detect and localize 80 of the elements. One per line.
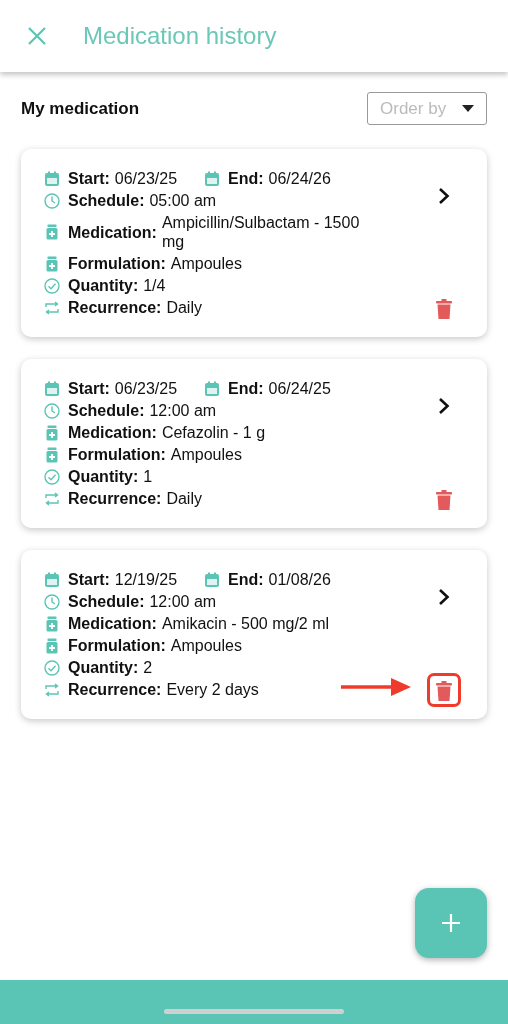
chevron-right-icon[interactable] [438, 588, 450, 606]
repeat-icon [44, 490, 60, 507]
field-value: Amikacin - 500 mg/2 ml [161, 614, 330, 633]
field-value: Daily [166, 298, 202, 317]
field-value: 2 [143, 658, 153, 677]
field-value: Ampicillin/Sulbactam - 1500 mg [161, 213, 361, 251]
medicine-bottle-icon [44, 637, 60, 654]
field-label: Recurrence: [68, 489, 162, 508]
field-value: 01/08/26 [268, 570, 331, 589]
medication-card[interactable]: Start: 06/23/25 End: 06/24/26 Schedule: 05:00 am Medication: Ampicillin/Sulbactam - 1500 mg Formulation: Ampoules Quantity: 1/4 Recurrence: Daily [21, 149, 487, 337]
field-label: Start: [68, 169, 110, 188]
medicine-bottle-icon [44, 424, 60, 441]
field-label: End: [228, 169, 264, 188]
field-value: 06/23/25 [114, 169, 178, 188]
plus-icon [441, 913, 461, 933]
calendar-icon [44, 170, 60, 187]
field-value: 12:00 am [149, 401, 217, 420]
field-value: Ampoules [170, 636, 242, 655]
annotation-arrow [341, 678, 411, 696]
calendar-icon [44, 380, 60, 397]
screen-title: Medication history [83, 22, 277, 50]
field-value: Every 2 days [166, 680, 259, 699]
field-label: Recurrence: [68, 680, 162, 699]
trash-icon [436, 681, 452, 701]
field-value: Daily [166, 489, 202, 508]
field-label: Recurrence: [68, 298, 162, 317]
field-value: 1/4 [143, 276, 166, 295]
clock-icon [44, 593, 60, 610]
delete-button[interactable] [427, 673, 461, 707]
check-circle-icon [44, 468, 60, 485]
field-label: Schedule: [68, 401, 145, 420]
calendar-icon [44, 571, 60, 588]
medicine-bottle-icon [44, 255, 60, 272]
field-label: Schedule: [68, 592, 145, 611]
calendar-icon [204, 170, 220, 187]
trash-icon [436, 299, 452, 319]
field-value: 12:00 am [149, 592, 217, 611]
repeat-icon [44, 299, 60, 316]
field-label: Quantity: [68, 276, 139, 295]
trash-icon [436, 490, 452, 510]
field-label: Medication: [68, 222, 157, 242]
field-value: 06/24/26 [268, 169, 331, 188]
field-value: 06/24/25 [268, 379, 331, 398]
chevron-right-icon[interactable] [438, 397, 450, 415]
field-label: Medication: [68, 614, 157, 633]
field-value: 05:00 am [149, 191, 217, 210]
field-value: 06/23/25 [114, 379, 178, 398]
medicine-bottle-icon [44, 446, 60, 463]
medication-card[interactable]: Start: 12/19/25 End: 01/08/26 Schedule: 12:00 am Medication: Amikacin - 500 mg/2 ml Formulation: Ampoules Quantity: 2 Recurrence: Every 2 days [21, 550, 487, 719]
medicine-bottle-icon [44, 224, 60, 240]
field-label: Schedule: [68, 191, 145, 210]
check-circle-icon [44, 659, 60, 676]
clock-icon [44, 192, 60, 209]
chevron-right-icon[interactable] [438, 187, 450, 205]
field-label: Formulation: [68, 636, 166, 655]
close-icon[interactable] [27, 26, 47, 46]
caret-icon [462, 105, 474, 112]
field-label: Start: [68, 379, 110, 398]
field-label: Quantity: [68, 467, 139, 486]
repeat-icon [44, 681, 60, 698]
field-label: Start: [68, 570, 110, 589]
field-value: Cefazolin - 1 g [161, 423, 266, 442]
field-value: Ampoules [170, 254, 242, 273]
field-label: End: [228, 570, 264, 589]
add-button[interactable] [415, 888, 487, 958]
calendar-icon [204, 380, 220, 397]
clock-icon [44, 402, 60, 419]
field-value: 12/19/25 [114, 570, 178, 589]
field-label: Quantity: [68, 658, 139, 677]
check-circle-icon [44, 277, 60, 294]
field-label: Formulation: [68, 254, 166, 273]
field-label: Medication: [68, 423, 157, 442]
field-label: End: [228, 379, 264, 398]
field-value: 1 [143, 467, 153, 486]
field-label: Formulation: [68, 445, 166, 464]
field-value: Ampoules [170, 445, 242, 464]
medication-card[interactable]: Start: 06/23/25 End: 06/24/25 Schedule: 12:00 am Medication: Cefazolin - 1 g Formulation: Ampoules Quantity: 1 Recurrence: Daily [21, 359, 487, 528]
calendar-icon [204, 571, 220, 588]
section-title: My medication [21, 98, 140, 119]
medicine-bottle-icon [44, 615, 60, 632]
